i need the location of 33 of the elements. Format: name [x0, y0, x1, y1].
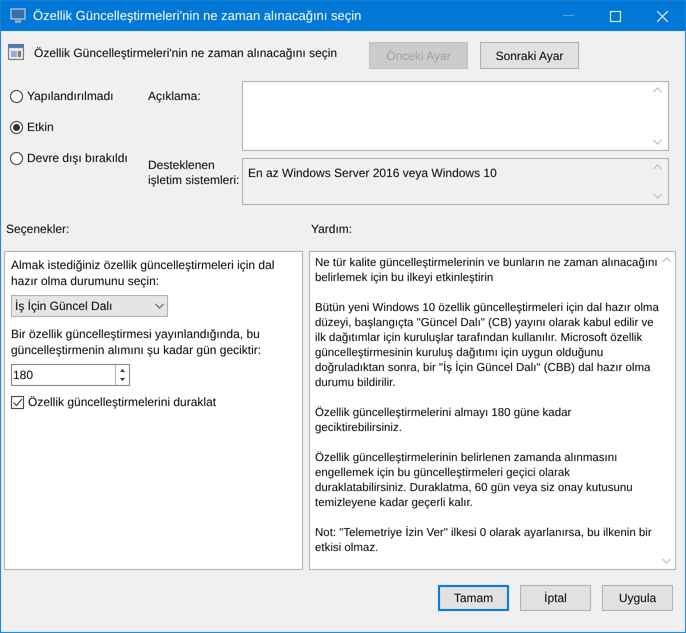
- setting-button[interactable]: Sonraki Ayar: [480, 42, 579, 69]
- dialog-button[interactable]: Uygula: [602, 585, 673, 611]
- policy-icon: [8, 44, 24, 60]
- checkbox-label: Özellik güncelleştirmelerini duraklat: [28, 394, 216, 411]
- radio-button[interactable]: [10, 120, 23, 134]
- days-spin-box[interactable]: 180: [11, 364, 130, 386]
- dialog-button[interactable]: Tamam: [438, 585, 509, 611]
- radio-label: Devre dışı bırakıldı: [27, 150, 128, 167]
- maximize-icon[interactable]: [610, 10, 621, 22]
- radio-label: Yapılandırılmadı: [27, 88, 114, 105]
- radio-button[interactable]: [10, 152, 23, 164]
- description-label: Açıklama:: [147, 88, 202, 105]
- supported-label: Desteklenen işletim sistemleri:: [147, 158, 240, 189]
- radio-label: Etkin: [27, 119, 54, 136]
- radio-button[interactable]: [10, 90, 23, 102]
- help-paragraph: Özellik güncelleştirmelerini almayı 180 güne kadar geciktirebilirsiniz.: [315, 406, 572, 436]
- policy-title: Özellik Güncelleştirmeleri'nin ne zaman alınacağını seçin: [34, 45, 338, 62]
- window-title: Özellik Güncelleştirmeleri'nin ne zaman alınacağını seçin: [33, 7, 362, 26]
- checkbox[interactable]: [11, 396, 24, 408]
- options-label: Seçenekler:: [5, 221, 70, 238]
- help-paragraph: Özellik güncelleştirmelerinin belirlenen zamanda alınmasını engellemek için bu güncelleştirmeleri geçici olarak duraklatabilirsiniz. Duraklatma, 60 gün veya siz onay kutusunu temizleyene kadar geçerli kalır.: [315, 451, 634, 511]
- computer-icon: [9, 8, 27, 24]
- help-label: Yardım:: [311, 221, 352, 238]
- help-paragraph: Not: "Telemetriye İzin Ver" ilkesi 0 olarak ayarlanırsa, bu ilkenin bir etkisi olmaz.: [315, 526, 653, 556]
- branch-dropdown[interactable]: İş İçin Güncel Dalı: [11, 295, 168, 317]
- option-text: Bir özellik güncelleştirmesi yayınlandığında, bu güncelleştirmenin alımını şu kadar gün geciktir:: [11, 326, 262, 358]
- chevron-down-icon: [155, 303, 164, 309]
- help-paragraph: Ne tür kalite güncelleştirmelerinin ve bunların ne zaman alınacağını belirlemek için bu ilkeyi etkinleştirin: [315, 256, 659, 286]
- dialog-button[interactable]: İptal: [520, 585, 591, 611]
- option-text: Almak istediğiniz özellik güncelleştirmeleri için dal hazır olma durumunu seçin:: [11, 257, 276, 289]
- help-paragraph: Bütün yeni Windows 10 özellik güncelleştirmeleri için dal hazır olma düzeyi, başlangıçta "Güncel Dalı" (CB) yayını olarak kabul edilir ve ilk dağıtımlar için kuruluşlar tarafından kullanılır. Microsoft özellik güncelleştirmesinin kuruluş dağıtımı için uygun olduğunu doğruladıktan sonra, bir "İş İçin Güncel Dalı" (CBB) dal hazır olma durumu bildirilir.: [315, 301, 660, 391]
- close-icon[interactable]: [657, 10, 668, 22]
- supported-text: En az Windows Server 2016 veya Windows 10: [248, 165, 497, 182]
